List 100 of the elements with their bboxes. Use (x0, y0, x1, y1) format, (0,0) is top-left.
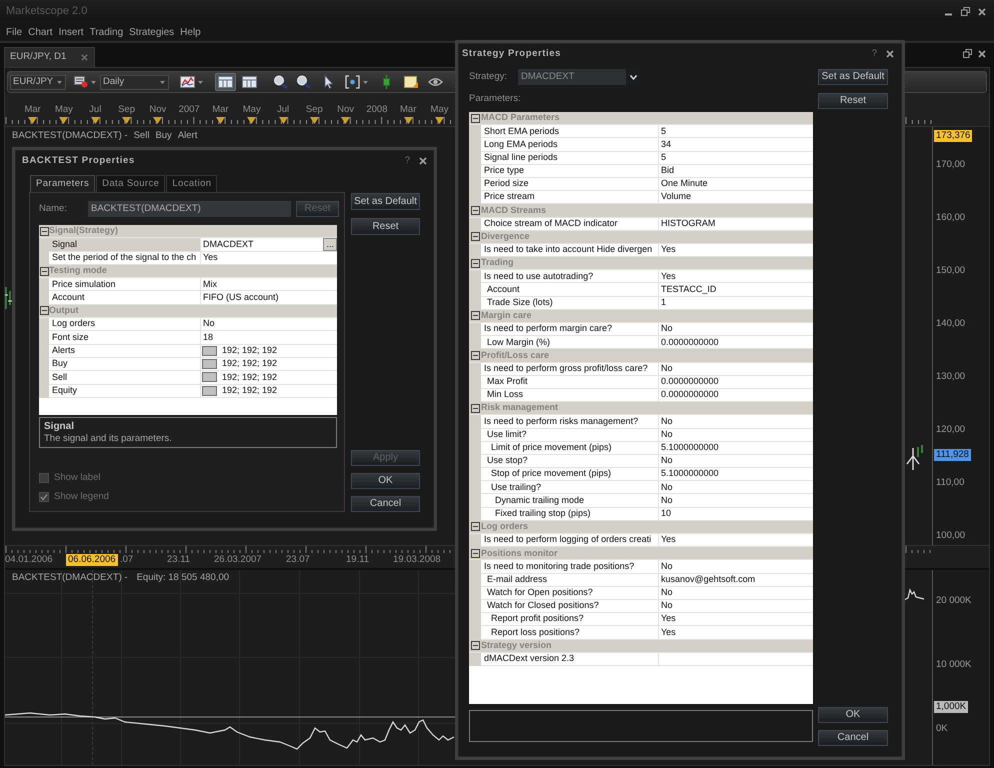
property-row[interactable]: Use trailing? No (469, 481, 813, 494)
property-row[interactable]: Price stream Volume (469, 191, 813, 204)
caret-icon[interactable] (198, 80, 203, 84)
toolbar-button[interactable] (239, 73, 260, 91)
magnifier-icon[interactable] (273, 75, 288, 89)
collapse-icon[interactable] (470, 206, 480, 215)
property-value[interactable]: No (659, 362, 813, 376)
property-row[interactable]: Use stop? No (469, 454, 813, 468)
set-default-button[interactable]: Set as Default (818, 69, 888, 85)
property-row[interactable]: Log orders No (39, 318, 337, 332)
dialog-tab[interactable]: Data Source (96, 175, 166, 192)
property-row[interactable]: Font size 18 (39, 331, 337, 345)
collapse-icon[interactable] (40, 306, 48, 316)
line-chart-icon[interactable] (180, 75, 195, 89)
property-row[interactable]: Min Loss 0.0000000000 (469, 388, 813, 402)
menu-item[interactable]: File (6, 24, 22, 40)
property-row[interactable]: Watch for Closed positions? No (469, 600, 813, 614)
property-row[interactable]: Short EMA periods 5 (469, 125, 813, 138)
property-value[interactable]: TESTACC_ID (659, 283, 813, 297)
caret-icon[interactable] (160, 80, 165, 84)
toolbar-button[interactable] (72, 74, 98, 90)
property-value[interactable]: Mix (201, 278, 337, 292)
property-row[interactable]: Watch for Open positions? No (469, 586, 813, 600)
eye-icon[interactable] (428, 75, 443, 89)
checkbox[interactable] (39, 473, 49, 483)
restore-icon[interactable] (961, 7, 970, 16)
value-cell[interactable]: DMACDEXT ... (201, 238, 337, 252)
property-value[interactable]: Yes (659, 270, 813, 284)
close-icon[interactable] (886, 50, 894, 58)
set-default-button[interactable]: Set as Default (351, 193, 420, 210)
property-row[interactable]: Price simulation Mix (39, 278, 337, 292)
close-icon[interactable] (978, 50, 986, 58)
property-value[interactable]: Yes (659, 613, 813, 626)
collapse-icon[interactable] (470, 232, 480, 242)
property-row[interactable]: Fixed trailing stop (pips) 10 (469, 508, 813, 521)
property-value[interactable]: 5 (659, 125, 813, 138)
property-row[interactable]: Trade Size (lots) 1 (469, 296, 813, 310)
property-value[interactable]: Yes (659, 534, 813, 548)
property-value[interactable]: HISTOGRAM (659, 218, 813, 231)
browse-button[interactable]: ... (323, 238, 337, 251)
property-row[interactable]: Price type Bid (469, 164, 813, 178)
value-cell[interactable]: 192; 192; 192 (201, 358, 337, 372)
property-row[interactable]: Long EMA periods 34 (469, 138, 813, 152)
property-row[interactable]: Account TESTACC_ID (469, 283, 813, 297)
collapse-icon[interactable] (470, 258, 480, 268)
value-cell[interactable]: 192; 192; 192 (201, 384, 337, 398)
strategy-dropdown[interactable]: DMACDEXT (518, 69, 640, 85)
property-row[interactable]: Signal line periods 5 (469, 152, 813, 165)
property-row[interactable]: Report profit positions? Yes (469, 613, 813, 626)
property-value[interactable]: No (659, 454, 813, 468)
property-row[interactable]: dMACDext version 2.3 (469, 652, 813, 666)
property-row[interactable]: Set the period of the signal to the ch Yes (39, 252, 337, 265)
menu-item[interactable]: Insert (58, 24, 84, 40)
caret-icon[interactable] (57, 80, 62, 84)
menu-item[interactable]: Chart (28, 24, 53, 40)
menu-item[interactable]: Help (180, 24, 201, 40)
property-row[interactable]: Choice stream of MACD indicator HISTOGRAM (469, 218, 813, 231)
ok-button[interactable]: OK (818, 707, 888, 723)
property-row[interactable]: Is need to perform gross profit/loss care? No (469, 362, 813, 376)
property-row[interactable]: Period size One Minute (469, 178, 813, 192)
dialog-tab[interactable]: Location (166, 175, 218, 192)
collapse-icon[interactable] (470, 404, 480, 413)
property-row[interactable]: Report loss positions? Yes (469, 626, 813, 640)
reset-button[interactable]: Reset (351, 218, 420, 235)
property-value[interactable]: 5.1000000000 (659, 442, 813, 455)
property-value[interactable]: 1 (659, 296, 813, 310)
property-value[interactable]: 0.0000000000 (659, 336, 813, 350)
property-value[interactable]: 0.0000000000 (659, 376, 813, 389)
property-row[interactable]: Max Profit 0.0000000000 (469, 376, 813, 389)
ok-button[interactable]: OK (351, 473, 420, 489)
property-value[interactable]: 0.0000000000 (659, 388, 813, 402)
property-value[interactable]: 34 (659, 138, 813, 152)
property-row[interactable]: Is need to use autotrading? Yes (469, 270, 813, 284)
value-cell[interactable] (659, 652, 813, 666)
property-row[interactable]: Use limit? No (469, 428, 813, 442)
property-value[interactable]: 18 (201, 331, 337, 345)
dialog-tab[interactable]: Parameters (30, 175, 96, 192)
collapse-icon[interactable] (470, 641, 480, 650)
property-row[interactable]: Dynamic trailing mode No (469, 494, 813, 508)
collapse-icon[interactable] (470, 114, 480, 123)
checkbox[interactable] (39, 492, 49, 502)
property-row[interactable]: Limit of price movement (pips) 5.1000000000 (469, 442, 813, 455)
toolbar-button[interactable] (215, 73, 236, 91)
collapse-icon[interactable] (470, 522, 480, 532)
collapse-icon[interactable] (40, 266, 48, 276)
property-value[interactable]: Volume (659, 191, 813, 204)
table-icon[interactable] (218, 75, 233, 89)
property-value[interactable]: 10 (659, 508, 813, 521)
property-row[interactable]: E-mail address kusanov@gehtsoft.com (469, 574, 813, 587)
toolbar-button[interactable] (177, 73, 206, 91)
collapse-icon[interactable] (470, 350, 480, 360)
instrument-dropdown[interactable]: EUR/JPY (10, 74, 66, 90)
collapse-icon[interactable] (40, 226, 48, 236)
property-value[interactable]: Bid (659, 164, 813, 178)
property-value[interactable]: No (659, 494, 813, 508)
property-row[interactable]: Account FIFO (US account) (39, 291, 337, 305)
cancel-button[interactable]: Cancel (351, 496, 420, 512)
period-dropdown[interactable]: Daily (100, 74, 169, 90)
table-icon[interactable] (242, 75, 257, 89)
property-row[interactable]: Sell 192; 192; 192 (39, 371, 337, 385)
